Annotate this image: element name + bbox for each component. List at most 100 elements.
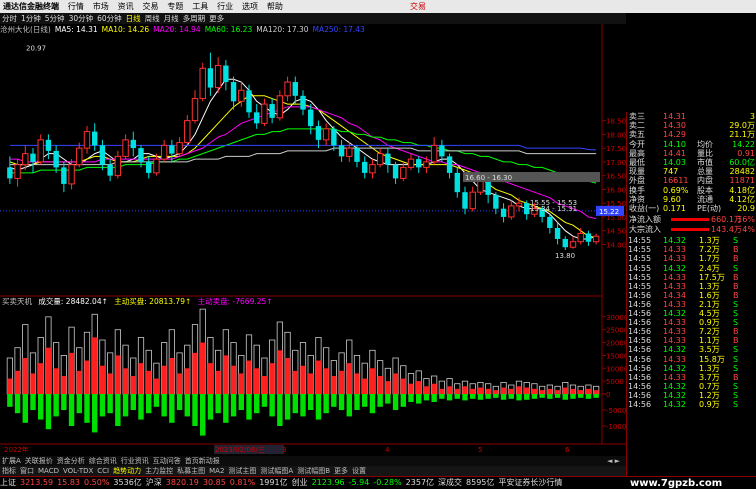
bottom-tab[interactable]: 行业资讯 [119, 457, 151, 465]
menu-item[interactable]: 选项 [239, 0, 261, 13]
period-tab[interactable]: 1分钟 [19, 13, 43, 24]
period-tab[interactable]: 30分钟 [67, 13, 96, 24]
buy-bar [122, 368, 129, 394]
period-tab[interactable]: 多周期 [181, 13, 208, 24]
trade-login-link[interactable]: 交易 [407, 0, 429, 13]
period-tab[interactable]: 日线 [124, 13, 143, 24]
quote-row: 最高 14.41 量比 0.91 [627, 149, 756, 158]
buy-bar [385, 381, 391, 394]
vol-y-tick-label: 25000 [606, 327, 626, 335]
tick-volume: 7.2万 [699, 327, 720, 337]
tick-side: S [733, 263, 739, 273]
tick-row: 14:55 14.32 2.4万 S [627, 264, 756, 273]
tick-time: 14:55 [628, 281, 652, 291]
menu-item[interactable]: 行业 [214, 0, 236, 13]
index-label[interactable]: 创业 [292, 478, 308, 487]
quote-row: 最低 14.03 市值 60.0亿 [627, 158, 756, 167]
vol-y-tick-label: 5000 [606, 378, 624, 386]
indicator-tab[interactable]: MA2 [207, 467, 226, 475]
candle [331, 128, 337, 146]
tick-volume: 0.7万 [699, 381, 720, 391]
candle [315, 126, 322, 140]
buy-bar [61, 376, 67, 394]
buy-bar [562, 387, 568, 394]
tick-row: 14:56 14.33 2.1万 S [627, 300, 756, 309]
tick-row: 14:55 14.33 17.5万 B [627, 273, 756, 282]
menu-item[interactable]: 专题 [164, 0, 186, 13]
sell-bar [300, 394, 306, 417]
sell-bar [554, 394, 561, 398]
indicator-tab[interactable]: MACD [36, 467, 61, 475]
period-tab[interactable]: 周线 [143, 13, 162, 24]
bottom-tab[interactable]: 关联报价 [23, 457, 55, 465]
sz-turnover-label: 深成交 [438, 478, 463, 487]
quote-row: 收益(一) 0.171 PE(动) 20.9 [627, 204, 756, 213]
tick-price: 14.33 [663, 318, 686, 328]
period-tab[interactable]: 5分钟 [43, 13, 67, 24]
buy-bar [338, 370, 345, 394]
scroll-arrows[interactable]: ◄ ► [605, 456, 622, 466]
bottom-tab[interactable]: 资金分析 [55, 457, 87, 465]
ma-label: MA20: 14.94 [153, 25, 201, 34]
x-axis-label: 5 [478, 446, 482, 454]
candle [214, 65, 222, 89]
buy-bar [92, 337, 98, 394]
menu-item[interactable]: 交易 [140, 0, 162, 13]
quote-key: 收益(一) [629, 204, 660, 213]
kline-chart[interactable]: 16.5016.0015.5015.0014.5014.0017.0017.50… [0, 24, 626, 456]
indicator-tab[interactable]: 窗口 [18, 467, 36, 475]
period-tab[interactable]: 更多 [207, 13, 226, 24]
sell-bar [369, 394, 376, 414]
flow-value: 143.4万 [711, 224, 742, 234]
tick-price: 14.32 [663, 363, 686, 373]
period-tab[interactable]: 分时 [0, 13, 19, 24]
candle [230, 82, 237, 102]
index-change: -5.94 [348, 478, 370, 487]
indicator-tab[interactable]: 测试幅图B [295, 467, 332, 475]
bottom-tab[interactable]: 互动问答 [151, 457, 183, 465]
buy-bar [315, 360, 322, 394]
broker-news[interactable]: 平安证券长沙行情 [498, 478, 562, 487]
indicator-tab[interactable]: 指标 [0, 467, 18, 475]
indicator-tab[interactable]: 主力监控 [143, 467, 175, 475]
candle [114, 155, 122, 177]
indicator-tab[interactable]: 测试主图 [226, 467, 258, 475]
bottom-tab[interactable]: 首页新动报 [183, 457, 222, 465]
indicator-tab[interactable]: 更多 [332, 467, 350, 475]
tick-price: 14.33 [663, 245, 686, 255]
menu-item[interactable]: 市场 [90, 0, 112, 13]
menu-item[interactable]: 工具 [189, 0, 211, 13]
indicator-tab[interactable]: 趋势动力 [111, 467, 143, 475]
tick-price: 14.32 [663, 236, 686, 246]
volume-legend: 买卖天机 成交量: 28482.04↑ 主动买盘: 20813.79↑ 主动卖盘… [2, 296, 277, 307]
index-label[interactable]: 沪深 [146, 478, 162, 487]
sell-bar [331, 394, 337, 407]
sell-bar [493, 394, 499, 398]
flow-row: 大宗流入 143.4万 4% [627, 225, 756, 234]
indicator-tab[interactable]: 设置 [350, 467, 368, 475]
tick-volume: 1.3万 [699, 281, 720, 291]
tick-price: 14.32 [663, 381, 686, 391]
volume-label: 成交量: 28482.04↑ [38, 297, 108, 306]
candle [322, 128, 330, 141]
bottom-tab[interactable]: 扩展A [0, 457, 23, 465]
menu-item[interactable]: 资讯 [115, 0, 137, 13]
menu-item[interactable]: 帮助 [264, 0, 286, 13]
bottom-tab[interactable]: 综合资讯 [87, 457, 119, 465]
buy-bar [45, 347, 52, 394]
period-tab[interactable]: 月线 [162, 13, 181, 24]
sell-bar [570, 394, 576, 399]
candle [407, 158, 415, 168]
period-tab[interactable]: 60分钟 [95, 13, 124, 24]
quote-key: 净资 [629, 194, 645, 204]
tick-side: S [733, 309, 739, 318]
indicator-tab[interactable]: VOL-TDX [61, 467, 95, 475]
menu-item[interactable]: 行情 [65, 0, 87, 13]
index-label[interactable]: 上证 [0, 478, 16, 487]
indicator-tab[interactable]: 测试幅图A [258, 467, 295, 475]
indicator-tab[interactable]: CCI [95, 467, 111, 475]
tick-row: 14:55 14.33 1.3万 B [627, 282, 756, 291]
indicator-tab[interactable]: 私募主图 [175, 467, 207, 475]
quote-value2: 11871 [729, 176, 755, 186]
sell-bar [593, 394, 599, 398]
